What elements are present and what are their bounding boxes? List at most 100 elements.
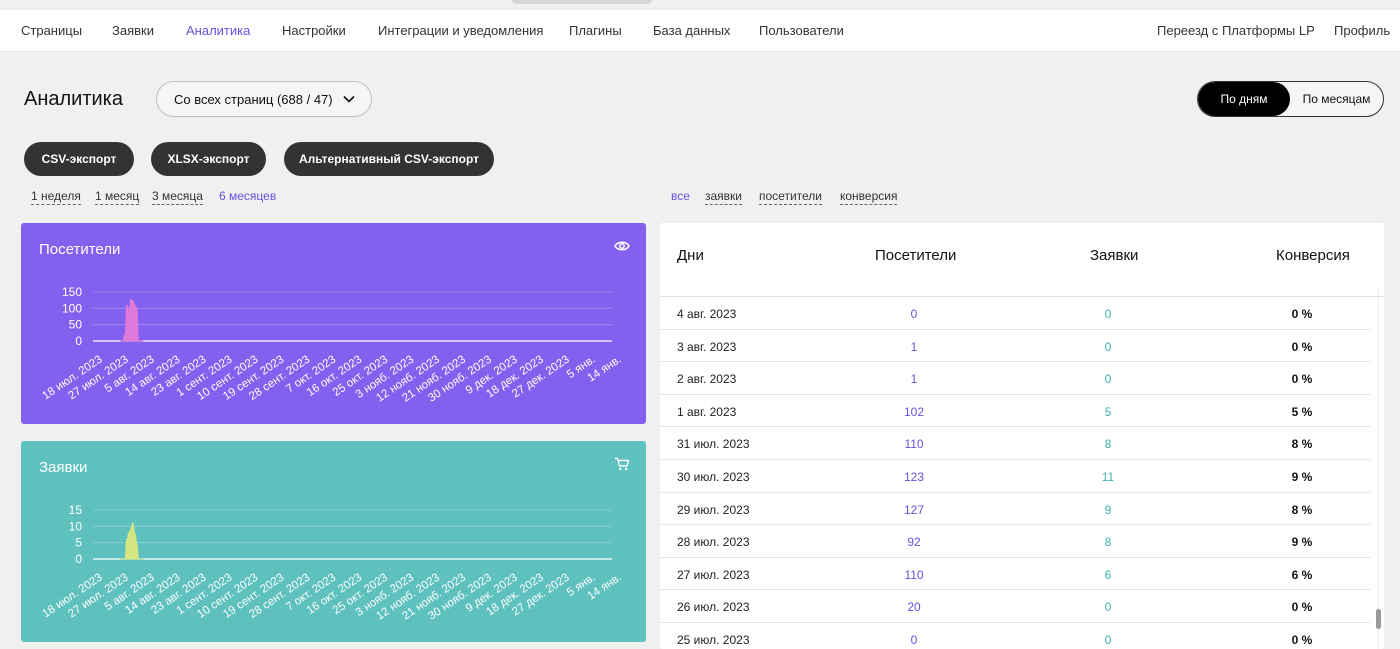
data-point bbox=[122, 558, 124, 560]
data-point bbox=[122, 340, 124, 342]
row-day: 25 июл. 2023 bbox=[677, 632, 750, 647]
filter-orders[interactable]: заявки bbox=[705, 189, 743, 205]
row-day: 1 авг. 2023 bbox=[677, 404, 737, 419]
table-row: 4 авг. 2023 0 0 0 % bbox=[660, 297, 1371, 330]
data-point bbox=[140, 558, 142, 560]
data-point bbox=[130, 529, 132, 531]
table-row: 2 авг. 2023 1 0 0 % bbox=[660, 362, 1371, 395]
data-point bbox=[140, 340, 142, 342]
table-row: 26 июл. 2023 20 0 0 % bbox=[660, 590, 1371, 623]
period-6-months[interactable]: 6 месяцев bbox=[219, 189, 276, 204]
page-title: Аналитика bbox=[24, 88, 123, 110]
row-day: 2 авг. 2023 bbox=[677, 372, 737, 387]
area-series bbox=[121, 522, 143, 560]
table-scrollbar[interactable] bbox=[1371, 289, 1383, 649]
table-row: 31 июл. 2023 110 8 8 % bbox=[660, 427, 1371, 460]
granularity-days[interactable]: По дням bbox=[1198, 82, 1290, 116]
filter-visitors[interactable]: посетители bbox=[759, 189, 822, 205]
table-row: 29 июл. 2023 127 9 8 % bbox=[660, 493, 1371, 526]
table-row: 27 июл. 2023 110 6 6 % bbox=[660, 558, 1371, 591]
row-day: 4 авг. 2023 bbox=[677, 307, 737, 321]
y-tick-label: 5 bbox=[75, 536, 82, 550]
nav-item-settings[interactable]: Настройки bbox=[282, 23, 346, 38]
scrollbar-thumb[interactable] bbox=[1376, 609, 1381, 629]
row-day: 26 июл. 2023 bbox=[677, 600, 750, 615]
row-day: 30 июл. 2023 bbox=[677, 469, 750, 484]
data-point bbox=[138, 340, 140, 342]
table-row: 30 июл. 2023 123 11 9 % bbox=[660, 460, 1371, 493]
source-select-value: Со всех страниц (688 / 47) bbox=[174, 91, 333, 107]
data-point bbox=[124, 333, 126, 336]
data-point bbox=[128, 532, 130, 534]
header-orders: Заявки bbox=[1090, 247, 1139, 264]
nav-item-database[interactable]: База данных bbox=[653, 23, 730, 38]
y-tick-label: 150 bbox=[62, 285, 82, 299]
data-point bbox=[142, 558, 144, 560]
period-1-week[interactable]: 1 неделя bbox=[31, 189, 81, 205]
row-day: 31 июл. 2023 bbox=[677, 437, 750, 452]
data-point bbox=[136, 307, 138, 309]
scrollbar-track bbox=[1378, 289, 1379, 649]
filter-all[interactable]: все bbox=[671, 189, 690, 204]
table-row: 25 июл. 2023 0 0 0 % bbox=[660, 623, 1371, 649]
header-visitors: Посетители bbox=[875, 247, 957, 264]
orders-card: Заявки 0 5 10 15 18 июл. 2023 27 июл. 2023 5 а… bbox=[21, 441, 646, 642]
table-row: 1 авг. 2023 102 5 5 % bbox=[660, 395, 1371, 428]
data-point bbox=[132, 300, 134, 302]
table-body: 4 авг. 2023 0 0 0 % 3 авг. 2023 1 0 0 % 2 авг. 2… bbox=[660, 297, 1371, 649]
y-tick-label: 10 bbox=[69, 519, 83, 533]
nav-item-analytics[interactable]: Аналитика bbox=[186, 23, 250, 38]
orders-chart: 05101518 июл. 202327 июл. 20235 авг. 202… bbox=[40, 503, 623, 623]
nav-item-profile[interactable]: Профиль bbox=[1334, 23, 1390, 38]
header-conversion: Конверсия bbox=[1276, 247, 1350, 264]
data-point bbox=[132, 522, 134, 524]
row-day: 3 авг. 2023 bbox=[677, 339, 737, 354]
granularity-months[interactable]: По месяцам bbox=[1290, 82, 1383, 116]
header-days: Дни bbox=[677, 247, 704, 264]
data-point bbox=[136, 542, 138, 544]
data-point bbox=[120, 340, 122, 342]
data-point bbox=[134, 532, 136, 534]
period-3-months[interactable]: 3 месяца bbox=[152, 189, 203, 205]
visitors-chart: 05010015018 июл. 202327 июл. 20235 авг. … bbox=[40, 285, 623, 405]
y-tick-label: 15 bbox=[69, 503, 83, 517]
data-point bbox=[128, 310, 130, 312]
table-row: 3 авг. 2023 1 0 0 % bbox=[660, 330, 1371, 363]
row-day: 28 июл. 2023 bbox=[677, 535, 750, 550]
data-point bbox=[124, 558, 126, 560]
row-day: 27 июл. 2023 bbox=[677, 567, 750, 582]
y-tick-label: 0 bbox=[75, 334, 82, 348]
y-tick-label: 50 bbox=[69, 318, 83, 332]
chevron-down-icon bbox=[343, 95, 355, 103]
visitors-card: Посетители 0 50 100 150 18 июл. 2023 27 июл. … bbox=[21, 223, 646, 424]
data-point bbox=[134, 304, 136, 306]
nav-item-users[interactable]: Пользователи bbox=[759, 23, 844, 38]
y-tick-label: 100 bbox=[62, 301, 82, 315]
table-header: Дни Посетители Заявки Конверсия bbox=[660, 223, 1384, 297]
data-point bbox=[130, 298, 132, 301]
nav-item-migration[interactable]: Переезд с Платформы LP bbox=[1157, 23, 1315, 38]
xlsx-export-button[interactable]: XLSX-экспорт bbox=[151, 142, 266, 176]
nav-item-integrations[interactable]: Интеграции и уведомления bbox=[378, 23, 543, 38]
nav-item-plugins[interactable]: Плагины bbox=[569, 23, 622, 38]
table-row: 28 июл. 2023 92 8 9 % bbox=[660, 525, 1371, 558]
data-point bbox=[138, 558, 140, 560]
stats-table: Дни Посетители Заявки Конверсия 4 авг. 2… bbox=[660, 223, 1384, 649]
granularity-toggle: По дням По месяцам bbox=[1197, 81, 1384, 117]
nav-item-pages[interactable]: Страницы bbox=[21, 23, 82, 38]
top-nav: Страницы Заявки Аналитика Настройки Инте… bbox=[0, 10, 1400, 52]
source-select[interactable]: Со всех страниц (688 / 47) bbox=[156, 81, 372, 117]
top-tab-strip bbox=[512, 0, 652, 4]
nav-item-orders[interactable]: Заявки bbox=[112, 23, 154, 38]
filter-conversion[interactable]: конверсия bbox=[840, 189, 898, 205]
data-point bbox=[126, 538, 128, 540]
area-series bbox=[121, 299, 143, 342]
data-point bbox=[126, 304, 128, 306]
row-day: 29 июл. 2023 bbox=[677, 502, 750, 517]
period-1-month[interactable]: 1 месяц bbox=[95, 189, 140, 205]
y-tick-label: 0 bbox=[75, 552, 82, 566]
csv-export-button[interactable]: CSV-экспорт bbox=[24, 142, 134, 176]
alt-csv-export-button[interactable]: Альтернативный CSV-экспорт bbox=[284, 142, 494, 176]
data-point bbox=[142, 340, 144, 342]
data-point bbox=[120, 558, 122, 560]
